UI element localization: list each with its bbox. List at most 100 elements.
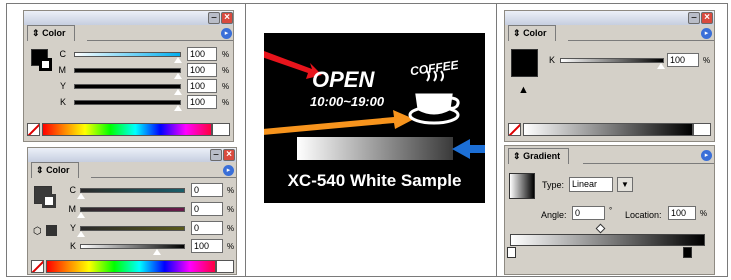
gradient-preview-swatch[interactable] xyxy=(509,173,535,199)
none-swatch-icon[interactable] xyxy=(27,123,40,136)
palette-titlebar[interactable] xyxy=(505,11,714,25)
channel-label-k: K xyxy=(69,241,76,251)
tab-color[interactable]: ⇕ Color xyxy=(508,25,556,41)
slider-thumb-yellow[interactable] xyxy=(77,231,85,237)
slider-thumb-magenta[interactable] xyxy=(174,73,182,79)
slider-cyan[interactable] xyxy=(74,52,181,57)
palette-titlebar[interactable] xyxy=(24,11,233,25)
color-palette-cmyk-2: – × ⇕ Color ▸ ⬡ C 0 % M 0 % Y 0 % K 100 … xyxy=(27,147,237,275)
tab-label: Gradient xyxy=(523,151,561,161)
tab-label: Color xyxy=(523,28,547,38)
minimize-icon[interactable]: – xyxy=(208,12,220,24)
slider-magenta[interactable] xyxy=(80,207,185,212)
channel-label-y: Y xyxy=(69,223,76,233)
slider-thumb-yellow[interactable] xyxy=(174,89,182,95)
cyan-value-field[interactable]: 100 xyxy=(187,47,217,61)
white-swatch[interactable] xyxy=(212,123,230,136)
slider-thumb-cyan[interactable] xyxy=(174,57,182,63)
tab-baseline xyxy=(568,40,714,41)
tab-label: Color xyxy=(42,28,66,38)
slider-thumb-black[interactable] xyxy=(174,105,182,111)
tab-baseline xyxy=(583,163,714,164)
magenta-percent: % xyxy=(227,205,235,214)
slider-thumb-black[interactable] xyxy=(153,249,161,255)
none-swatch-icon[interactable] xyxy=(31,260,44,273)
cyan-percent: % xyxy=(227,186,235,195)
color-spectrum-bar[interactable] xyxy=(46,260,216,273)
channel-label-c: C xyxy=(59,49,67,59)
column-divider-left xyxy=(245,3,246,277)
channel-label-k: K xyxy=(59,97,66,107)
slider-black[interactable] xyxy=(560,58,664,63)
palette-menu-icon[interactable]: ▸ xyxy=(701,28,712,39)
slider-magenta[interactable] xyxy=(74,68,181,73)
tab-baseline xyxy=(87,40,233,41)
slider-black[interactable] xyxy=(80,244,185,249)
black-value-field[interactable]: 100 xyxy=(191,239,223,253)
tab-arrows-icon: ⇕ xyxy=(513,28,521,38)
palette-menu-icon[interactable]: ▸ xyxy=(223,165,234,176)
grayscale-ramp-bar[interactable] xyxy=(523,123,693,136)
tab-color[interactable]: ⇕ Color xyxy=(31,162,79,178)
channel-label-m: M xyxy=(58,65,67,75)
palette-titlebar[interactable] xyxy=(28,148,236,162)
location-label: Location: xyxy=(625,210,662,220)
out-of-gamut-icon[interactable]: ⬡ xyxy=(33,226,42,237)
white-swatch[interactable] xyxy=(216,260,234,273)
channel-label-y: Y xyxy=(59,81,66,91)
chevron-down-icon[interactable]: ▼ xyxy=(617,177,633,192)
slider-yellow[interactable] xyxy=(74,84,181,89)
color-spectrum-bar[interactable] xyxy=(42,123,212,136)
tab-gradient[interactable]: ⇕ Gradient xyxy=(508,148,570,164)
black-value-field[interactable]: 100 xyxy=(667,53,699,67)
slider-cyan[interactable] xyxy=(80,188,185,193)
business-hours: 10:00~19:00 xyxy=(310,94,385,109)
none-swatch-icon[interactable] xyxy=(508,123,521,136)
gradient-slider-bar[interactable] xyxy=(510,234,705,246)
yellow-value-field[interactable]: 0 xyxy=(191,221,223,235)
color-palette-grayscale: – × ⇕ Color ▸ ▲ K 100 % xyxy=(504,10,715,142)
white-swatch[interactable] xyxy=(693,123,711,136)
minimize-icon[interactable]: – xyxy=(210,149,222,161)
fill-swatch[interactable] xyxy=(511,49,538,77)
gradient-stop-white[interactable] xyxy=(507,247,516,258)
tab-baseline xyxy=(91,177,236,178)
tab-arrows-icon: ⇕ xyxy=(513,151,521,161)
black-percent: % xyxy=(222,98,230,107)
location-field[interactable]: 100 xyxy=(668,206,696,220)
sample-caption: XC-540 White Sample xyxy=(287,171,462,190)
cyan-percent: % xyxy=(222,50,230,59)
close-icon[interactable]: × xyxy=(221,12,233,24)
type-select[interactable]: Linear xyxy=(569,177,613,192)
minimize-icon[interactable]: – xyxy=(688,12,700,24)
slider-thumb-black[interactable] xyxy=(657,63,665,69)
black-percent: % xyxy=(703,56,711,65)
close-icon[interactable]: × xyxy=(223,149,235,161)
slider-thumb-cyan[interactable] xyxy=(77,193,85,199)
gradient-stop-black[interactable] xyxy=(683,247,692,258)
slider-black[interactable] xyxy=(74,100,181,105)
out-of-gamut-icon[interactable]: ▲ xyxy=(518,84,529,96)
magenta-value-field[interactable]: 100 xyxy=(187,63,217,77)
color-palette-cmyk: – × ⇕ Color ▸ C 100 % M 100 % Y 100 % K … xyxy=(23,10,234,142)
angle-label: Angle: xyxy=(541,210,567,220)
black-value-field[interactable]: 100 xyxy=(187,95,217,109)
slider-thumb-magenta[interactable] xyxy=(77,212,85,218)
channel-label-m: M xyxy=(68,204,77,214)
slider-yellow[interactable] xyxy=(80,226,185,231)
close-icon[interactable]: × xyxy=(701,12,713,24)
gamut-swatch[interactable] xyxy=(46,225,57,236)
gradient-midpoint-icon[interactable] xyxy=(595,223,606,234)
angle-field[interactable]: 0 xyxy=(572,206,605,220)
cyan-value-field[interactable]: 0 xyxy=(191,183,223,197)
stroke-swatch[interactable] xyxy=(39,58,52,71)
tab-color[interactable]: ⇕ Color xyxy=(27,25,75,41)
palette-menu-icon[interactable]: ▸ xyxy=(701,150,712,161)
palette-menu-icon[interactable]: ▸ xyxy=(221,28,232,39)
stroke-swatch[interactable] xyxy=(42,194,56,208)
yellow-percent: % xyxy=(227,224,235,233)
magenta-value-field[interactable]: 0 xyxy=(191,202,223,216)
yellow-value-field[interactable]: 100 xyxy=(187,79,217,93)
orange-arrow-icon xyxy=(262,110,414,135)
channel-label-c: C xyxy=(69,185,77,195)
